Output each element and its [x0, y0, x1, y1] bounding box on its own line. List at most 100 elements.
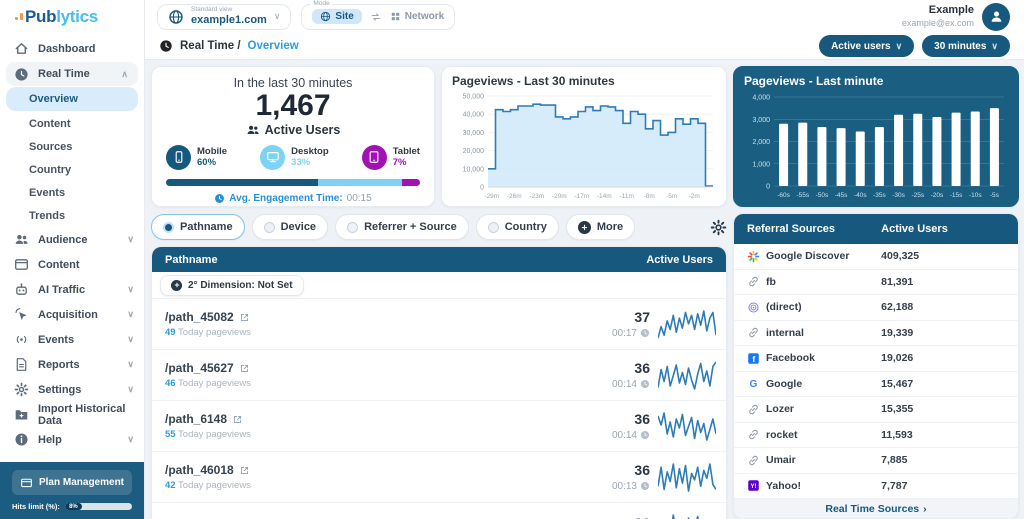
table-row[interactable]: /path_45627 46 Today pageviews 36 00:14 [152, 350, 726, 401]
user-menu[interactable]: Example example@ex.com [902, 3, 1010, 31]
referral-row[interactable]: Umair 7,885 [734, 448, 1018, 474]
brand-name-light: lytics [56, 7, 98, 27]
referral-row[interactable]: Lozer 15,355 [734, 397, 1018, 423]
signal-icon [14, 332, 29, 347]
external-link-icon[interactable] [239, 465, 250, 476]
mode-toggle: Mode Site Network [301, 4, 455, 30]
referral-row[interactable]: Google 15,467 [734, 372, 1018, 398]
svg-text:-23m: -23m [529, 193, 544, 200]
sidebar-item-help[interactable]: Help∨ [0, 427, 144, 452]
svg-text:4,000: 4,000 [752, 95, 770, 102]
table-row[interactable]: /path_46018 42 Today pageviews 36 00:13 [152, 452, 726, 503]
table-row[interactable]: /path_45082 49 Today pageviews 37 00:17 [152, 299, 726, 350]
time-range-dropdown-button[interactable]: 30 minutes ∨ [922, 35, 1010, 57]
mode-label: Mode [310, 0, 332, 7]
row-active-users: 36 [612, 359, 650, 377]
referral-row[interactable]: rocket 11,593 [734, 423, 1018, 449]
hits-limit-label: Hits limit (%): [12, 502, 60, 511]
svg-text:3,000: 3,000 [752, 117, 770, 124]
external-link-icon[interactable] [232, 414, 243, 425]
sidebar-item-rt-country[interactable]: Country [0, 158, 144, 181]
table-row[interactable]: /path_41856 36 [152, 503, 726, 519]
path-link[interactable]: /path_46018 [165, 463, 251, 477]
table-settings-button[interactable] [710, 219, 727, 236]
path-link[interactable]: /path_6148 [165, 412, 251, 426]
mode-network-tab[interactable]: Network [390, 11, 444, 22]
sidebar-item-rt-sources[interactable]: Sources [0, 135, 144, 158]
second-dimension-chip[interactable]: 2° Dimension: Not Set [160, 275, 304, 296]
info-icon [14, 432, 29, 447]
users-icon [246, 123, 260, 137]
avatar[interactable] [982, 3, 1010, 31]
sidebar-item-acquisition[interactable]: Acquisition∨ [0, 302, 144, 327]
referral-row[interactable]: Google Discover 409,325 [734, 244, 1018, 270]
referral-row[interactable]: internal 19,339 [734, 321, 1018, 347]
brand-logo[interactable]: Publytics [0, 0, 144, 33]
pageviews-30min-chart: 010,00020,00030,00040,00050,000-29m-26m-… [452, 91, 718, 203]
referral-row[interactable]: Yahoo! 7,787 [734, 474, 1018, 500]
sidebar-item-audience[interactable]: Audience∨ [0, 227, 144, 252]
path-link[interactable]: /path_45627 [165, 361, 251, 375]
chip-device[interactable]: Device [252, 214, 328, 240]
site-domain: example1.com [191, 15, 267, 26]
metric-dropdown-button[interactable]: Active users ∨ [819, 35, 914, 57]
mode-site-tab[interactable]: Site [312, 9, 361, 24]
svg-text:-17m: -17m [574, 193, 589, 200]
breadcrumb-bar: Real Time / Overview Active users ∨ 30 m… [145, 33, 1024, 60]
chevron-down-icon: ∨ [127, 360, 134, 369]
chip-referrer-source[interactable]: Referrer + Source [335, 214, 469, 240]
real-time-sources-link[interactable]: Real Time Sources › [734, 499, 1018, 519]
chevron-right-icon: › [923, 503, 927, 515]
sidebar-item-dashboard[interactable]: Dashboard [0, 36, 144, 61]
svg-text:20,000: 20,000 [463, 148, 485, 155]
chart-title: Pageviews - Last 30 minutes [452, 74, 716, 88]
chevron-down-icon: ∨ [127, 335, 134, 344]
external-link-icon[interactable] [239, 312, 250, 323]
radio-icon [347, 222, 358, 233]
chip-pathname[interactable]: Pathname [151, 214, 245, 240]
engagement-value: 00:15 [347, 193, 372, 204]
sidebar-item-rt-content[interactable]: Content [0, 112, 144, 135]
referral-sources-header: Referral Sources Active Users [734, 214, 1018, 244]
sidebar-item-events[interactable]: Events∨ [0, 327, 144, 352]
sidebar-item-settings[interactable]: Settings∨ [0, 377, 144, 402]
sidebar-item-rt-events[interactable]: Events [0, 181, 144, 204]
link-icon [747, 326, 760, 339]
svg-text:2,000: 2,000 [752, 139, 770, 146]
referral-row[interactable]: Facebook 19,026 [734, 346, 1018, 372]
sidebar-item-real-time[interactable]: Real Time ∧ [6, 62, 138, 86]
site-selector[interactable]: Standard view example1.com ∨ [157, 4, 291, 30]
sidebar-item-rt-trends[interactable]: Trends [0, 204, 144, 227]
plan-management-button[interactable]: Plan Management [12, 470, 132, 495]
referral-row[interactable]: (direct) 62,188 [734, 295, 1018, 321]
col-referral-sources: Referral Sources [747, 223, 881, 235]
summary-title: In the last 30 minutes [166, 76, 420, 90]
row-sparkline [658, 409, 716, 443]
active-users-count: 1,467 [166, 90, 420, 122]
avg-engagement-time: Avg. Engagement Time: 00:15 [166, 193, 420, 204]
clock-icon [640, 379, 650, 389]
analytics-dashboard: Publytics Dashboard Real Time ∧ Overview… [0, 0, 1024, 519]
svg-text:-8m: -8m [644, 193, 655, 200]
monitor-icon [260, 145, 285, 170]
sidebar-item-reports[interactable]: Reports∨ [0, 352, 144, 377]
yahoo-icon [747, 479, 760, 492]
chip-more[interactable]: More [566, 214, 635, 240]
chip-country[interactable]: Country [476, 214, 559, 240]
breadcrumb-current[interactable]: Overview [248, 40, 299, 52]
path-link[interactable]: /path_45082 [165, 310, 251, 324]
sidebar-item-overview[interactable]: Overview [6, 87, 138, 111]
radio-icon [488, 222, 499, 233]
chevron-down-icon: ∨ [896, 42, 903, 51]
sidebar-item-import-historical-data[interactable]: Import Historical Data [0, 402, 144, 427]
table-row[interactable]: /path_6148 55 Today pageviews 36 00:14 [152, 401, 726, 452]
referral-row[interactable]: fb 81,391 [734, 270, 1018, 296]
sidebar-item-ai-traffic[interactable]: AI Traffic∨ [0, 277, 144, 302]
user-name: Example [902, 4, 974, 18]
hits-limit-progressbar: 8% [65, 503, 132, 510]
external-link-icon[interactable] [239, 363, 250, 374]
facebook-icon [747, 352, 760, 365]
pointer-icon [14, 307, 29, 322]
svg-text:-50s: -50s [816, 192, 829, 199]
sidebar-item-content[interactable]: Content [0, 252, 144, 277]
